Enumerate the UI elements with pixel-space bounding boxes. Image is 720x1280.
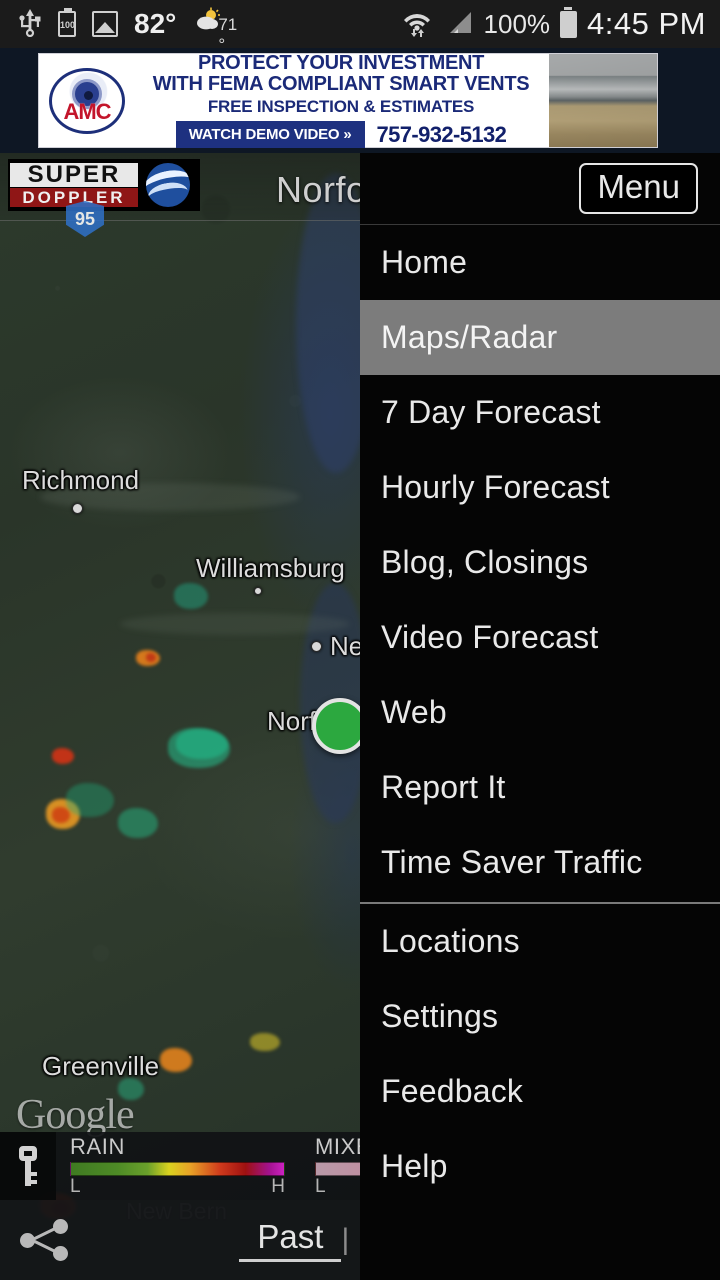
- ad-headline-line2: WITH FEMA COMPLIANT SMART VENTS: [152, 73, 530, 95]
- map-city-label-greenville: Greenville: [42, 1051, 160, 1081]
- watch-demo-video-button[interactable]: WATCH DEMO VIDEO »: [175, 121, 365, 148]
- radar-echo: [160, 1048, 192, 1072]
- past-future-separator: |: [341, 1223, 350, 1256]
- clock-label: 4:45 PM: [587, 6, 706, 41]
- super-doppler-logo: SUPER DOPPLER: [8, 159, 200, 211]
- ad-product-photo: [549, 54, 657, 147]
- legend-scale-low-mixed: L: [315, 1176, 326, 1197]
- menu-item-settings[interactable]: Settings: [360, 979, 720, 1054]
- usb-icon: [18, 7, 42, 42]
- partly-cloudy-sun-icon: 71 °: [192, 7, 237, 54]
- cell-signal-icon: [444, 7, 474, 42]
- menu-item-blog-closings[interactable]: Blog, Closings: [360, 525, 720, 600]
- battery-icon: [560, 6, 578, 38]
- super-doppler-super-text: SUPER: [10, 163, 138, 187]
- map-water-body: [120, 613, 350, 635]
- legend-scale-low-rain: L: [70, 1176, 81, 1197]
- share-button[interactable]: [0, 1200, 90, 1280]
- radar-echo: [66, 783, 114, 817]
- radar-echo: [52, 748, 74, 764]
- menu-item-report-it[interactable]: Report It: [360, 750, 720, 825]
- legend-scale-high-rain: H: [271, 1176, 285, 1197]
- legend-gradient-rain: [70, 1162, 285, 1176]
- navigation-drawer[interactable]: Menu Home Maps/Radar 7 Day Forecast Hour…: [360, 153, 720, 1280]
- status-bar-left: 100 82° 71 °: [18, 7, 237, 54]
- ad-headline-line1: PROTECT YOUR INVESTMENT: [197, 52, 485, 74]
- ad-cta-row: WATCH DEMO VIDEO » 757-932-5132: [175, 121, 507, 148]
- temperature-reading: 82°: [134, 8, 177, 39]
- status-bar: 100 82° 71 ° 100% 4:45 PM: [0, 0, 720, 54]
- navigation-menu-list: Home Maps/Radar 7 Day Forecast Hourly Fo…: [360, 225, 720, 1204]
- map-city-dot: [72, 503, 83, 514]
- map-city-label-richmond: Richmond: [22, 465, 140, 495]
- share-icon: [20, 1219, 70, 1261]
- radar-echo: [118, 808, 158, 838]
- menu-item-web[interactable]: Web: [360, 675, 720, 750]
- menu-item-home[interactable]: Home: [360, 225, 720, 300]
- menu-item-locations[interactable]: Locations: [360, 904, 720, 979]
- ad-banner[interactable]: AMC PROTECT YOUR INVESTMENT WITH FEMA CO…: [0, 48, 720, 153]
- map-city-dot: [311, 641, 322, 652]
- menu-item-time-saver-traffic[interactable]: Time Saver Traffic: [360, 825, 720, 900]
- radar-echo: [174, 583, 208, 609]
- amc-logo: AMC: [39, 54, 135, 147]
- menu-button[interactable]: Menu: [579, 163, 698, 214]
- menu-item-hourly-forecast[interactable]: Hourly Forecast: [360, 450, 720, 525]
- map-city-dot: [254, 587, 262, 595]
- legend-group-rain: RAIN L H: [56, 1135, 291, 1197]
- menu-item-video-forecast[interactable]: Video Forecast: [360, 600, 720, 675]
- radar-echo: [176, 729, 228, 759]
- map-location-title: Norfo: [276, 169, 367, 210]
- menu-item-help[interactable]: Help: [360, 1129, 720, 1204]
- wave-10-icon: [138, 161, 198, 209]
- status-bar-right: 100% 4:45 PM: [400, 6, 706, 42]
- ad-banner-content[interactable]: AMC PROTECT YOUR INVESTMENT WITH FEMA CO…: [38, 53, 658, 148]
- phone-screen: 100 82° 71 ° 100% 4:45 PM AMC PROTECT YO…: [0, 0, 720, 1280]
- menu-item-7-day-forecast[interactable]: 7 Day Forecast: [360, 375, 720, 450]
- photo-icon: [92, 11, 118, 37]
- menu-item-maps-radar[interactable]: Maps/Radar: [360, 300, 720, 375]
- legend-title-rain: RAIN: [70, 1134, 125, 1159]
- ad-subheadline: FREE INSPECTION & ESTIMATES: [207, 97, 475, 116]
- menu-item-feedback[interactable]: Feedback: [360, 1054, 720, 1129]
- wifi-icon: [400, 7, 434, 42]
- battery-100-icon: 100: [58, 8, 76, 37]
- ad-copy: PROTECT YOUR INVESTMENT WITH FEMA COMPLI…: [135, 52, 549, 148]
- map-key-icon[interactable]: [0, 1132, 56, 1200]
- map-city-label-williamsburg: Williamsburg: [196, 553, 345, 583]
- amc-logo-text: AMC: [63, 98, 111, 124]
- navigation-drawer-header: Menu: [360, 153, 720, 225]
- battery-percent-label: 100%: [483, 8, 551, 39]
- ad-phone-number[interactable]: 757-932-5132: [377, 122, 507, 148]
- radar-echo: [250, 1033, 280, 1051]
- past-tab[interactable]: Past: [239, 1218, 342, 1262]
- radar-echo: [146, 653, 156, 662]
- radar-echo: [52, 807, 70, 823]
